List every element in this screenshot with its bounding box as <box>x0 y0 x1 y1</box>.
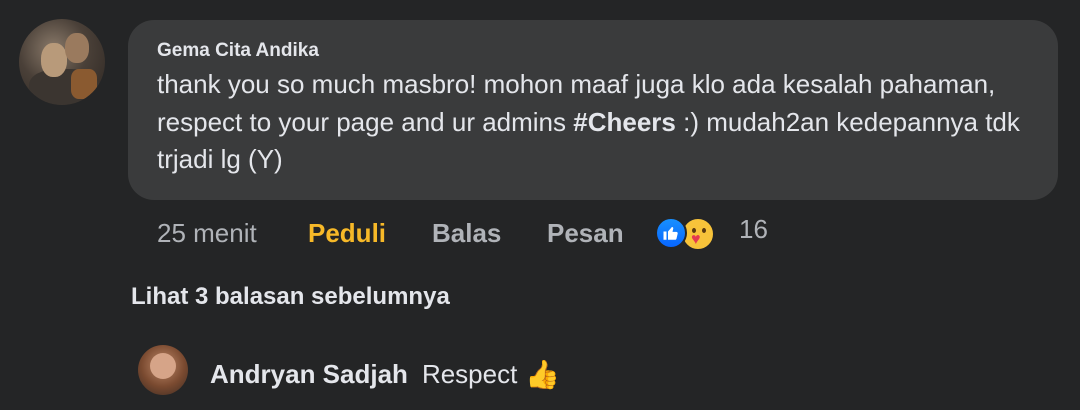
commenter-avatar[interactable] <box>19 19 105 105</box>
comment-actions: 25 menit Peduli Balas Pesan <box>157 213 655 253</box>
comment-text: thank you so much masbro! mohon maaf jug… <box>157 66 1037 179</box>
reaction-summary[interactable]: ♥ <box>655 215 721 251</box>
message-button[interactable]: Pesan <box>547 218 655 249</box>
care-reaction-button[interactable]: Peduli <box>308 218 432 249</box>
reply-button[interactable]: Balas <box>432 218 547 249</box>
comment-author-name[interactable]: Gema Cita Andika <box>157 40 319 62</box>
view-previous-replies-link[interactable]: Lihat 3 balasan sebelumnya <box>131 283 450 311</box>
reply-author-avatar[interactable] <box>138 345 188 395</box>
thumbs-up-icon: 👍 <box>525 359 561 390</box>
reply-text: Respect <box>421 359 518 389</box>
reply-row: Andryan Sadjah Respect 👍 <box>210 358 560 391</box>
comment-timestamp[interactable]: 25 menit <box>157 218 308 249</box>
reaction-count[interactable]: 16 <box>739 213 768 245</box>
reply-author-name[interactable]: Andryan Sadjah <box>210 359 408 390</box>
like-icon <box>655 217 687 249</box>
hashtag-link[interactable]: #Cheers <box>573 107 676 137</box>
